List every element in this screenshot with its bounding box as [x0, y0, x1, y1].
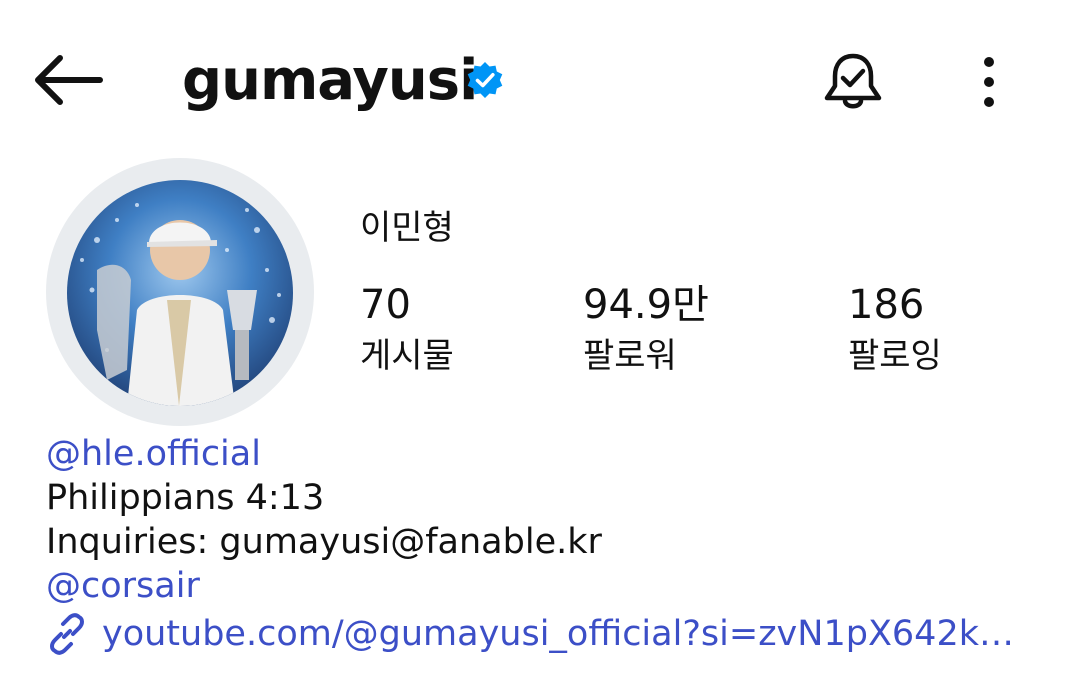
mention-text: hle.official: [81, 434, 261, 474]
following-label[interactable]: 팔로잉: [848, 334, 942, 378]
bio-line-verse: Philippians 4:13: [46, 478, 325, 518]
inquiries-domain: fanable.kr: [425, 522, 602, 562]
more-vertical-icon[interactable]: [974, 54, 1004, 110]
link-prefix: youtube.com/: [102, 614, 344, 654]
bio-external-link[interactable]: youtube.com/@gumayusi_official?si=zvN1pX…: [46, 612, 1014, 656]
link-icon: [46, 613, 88, 655]
posts-count[interactable]: 70: [360, 280, 411, 330]
bio-link-text[interactable]: youtube.com/@gumayusi_official?si=zvN1pX…: [102, 612, 1014, 656]
followers-label[interactable]: 팔로워: [583, 334, 677, 378]
verified-badge-icon: [466, 61, 504, 99]
link-suffix: gumayusi_official?si=zvN1pX642k…: [378, 614, 1014, 654]
profile-full-name: 이민형: [360, 208, 454, 248]
posts-label[interactable]: 게시물: [360, 334, 454, 378]
bio-mention-corsair[interactable]: @corsair: [46, 564, 200, 608]
following-count[interactable]: 186: [848, 280, 924, 330]
mention-text: corsair: [81, 566, 200, 606]
threads-icon: @: [390, 522, 426, 562]
bio-line-inquiries: Inquiries: gumayusi@fanable.kr: [46, 520, 602, 564]
threads-icon: @: [46, 434, 81, 474]
back-arrow-icon[interactable]: [34, 52, 104, 108]
followers-count[interactable]: 94.9만: [583, 280, 709, 330]
inquiries-prefix: Inquiries: gumayusi: [46, 522, 391, 562]
bell-check-icon[interactable]: [822, 50, 884, 114]
profile-username: gumayusi: [182, 48, 478, 113]
threads-icon: @: [46, 566, 81, 606]
threads-icon: @: [343, 614, 379, 654]
bio-mention-hle[interactable]: @hle.official: [46, 432, 261, 476]
avatar[interactable]: [67, 180, 293, 406]
